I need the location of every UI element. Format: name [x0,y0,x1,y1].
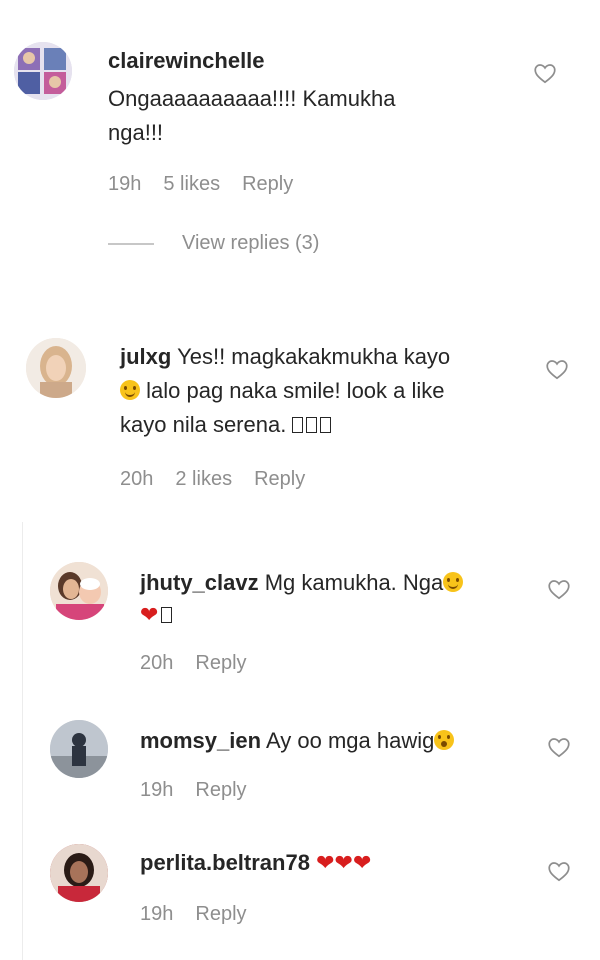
divider [108,242,154,245]
timestamp[interactable]: 19h [140,903,173,926]
heart-outline-icon[interactable] [546,734,572,760]
smiling-face-emoji [443,572,464,592]
red-heart-emoji: ❤ [334,850,353,875]
avatar[interactable] [50,562,108,620]
timestamp[interactable]: 20h [140,652,173,675]
comment-text: jhuty_clavz Mg kamukha. Nga [140,566,464,600]
comment-text: ❤ [140,598,175,632]
comment-text-line: lalo pag naka smile! look a like [146,378,445,403]
reply-button[interactable]: Reply [195,652,246,675]
timestamp[interactable]: 19h [140,779,173,802]
reply-button[interactable]: Reply [195,779,246,802]
comment-text: julxg Yes!! magkakakmukha kayo [120,340,450,374]
comment-meta: 19h Reply [140,903,247,926]
reply-button[interactable]: Reply [195,903,246,926]
comment-meta: 20h Reply [140,652,247,675]
unsupported-glyph [306,417,318,433]
username[interactable]: momsy_ien [140,728,261,753]
like-count[interactable]: 5 likes [163,173,220,196]
comment-text: momsy_ien Ay oo mga hawig [140,724,455,758]
unsupported-glyph [161,607,173,623]
timestamp[interactable]: 20h [120,468,153,491]
view-replies-button[interactable]: View replies (3) [108,232,319,255]
avatar[interactable] [50,844,108,902]
username[interactable]: jhuty_clavz [140,570,259,595]
comment-text-line: Ay oo mga hawig [265,728,435,753]
red-heart-emoji: ❤ [316,850,335,875]
avatar[interactable] [26,338,86,398]
comment-text: kayo nila serena. [120,408,334,442]
unsupported-glyph [320,417,332,433]
comment-meta: 19h 5 likes Reply [108,173,293,196]
clipped-row [120,282,340,294]
heart-outline-icon[interactable] [544,356,570,382]
comment-text: Ongaaaaaaaaaa!!!! Kamukha [108,86,396,111]
avatar[interactable] [14,42,72,100]
reply-button[interactable]: Reply [242,173,293,196]
astonished-face-emoji [434,730,455,750]
comment-text-line: Mg kamukha. Nga [264,570,444,595]
comment-text-line: Yes!! magkakakmukha kayo [177,344,451,369]
username[interactable]: perlita.beltran78 [140,850,310,875]
comment-text-line: kayo nila serena. [120,412,287,437]
timestamp[interactable]: 19h [108,173,141,196]
view-replies-label: View replies (3) [182,232,320,254]
reply-button[interactable]: Reply [254,468,305,491]
unsupported-glyph [292,417,304,433]
red-heart-emoji: ❤ [140,602,159,627]
comment-text: nga!!! [108,120,164,145]
comment-body: clairewinchelle [108,44,265,78]
comment-text: perlita.beltran78 ❤❤❤ [140,846,371,880]
heart-outline-icon[interactable] [546,858,572,884]
smiling-face-emoji [120,380,140,400]
thread-line [22,522,23,960]
username[interactable]: julxg [120,344,171,369]
avatar[interactable] [50,720,108,778]
heart-outline-icon[interactable] [546,576,572,602]
heart-outline-icon[interactable] [532,60,558,86]
comment-meta: 20h 2 likes Reply [120,468,305,491]
comment-text: lalo pag naka smile! look a like [120,374,445,408]
username[interactable]: clairewinchelle [108,48,265,73]
like-count[interactable]: 2 likes [175,468,232,491]
red-heart-emoji: ❤ [352,850,372,875]
comment-meta: 19h Reply [140,779,247,802]
